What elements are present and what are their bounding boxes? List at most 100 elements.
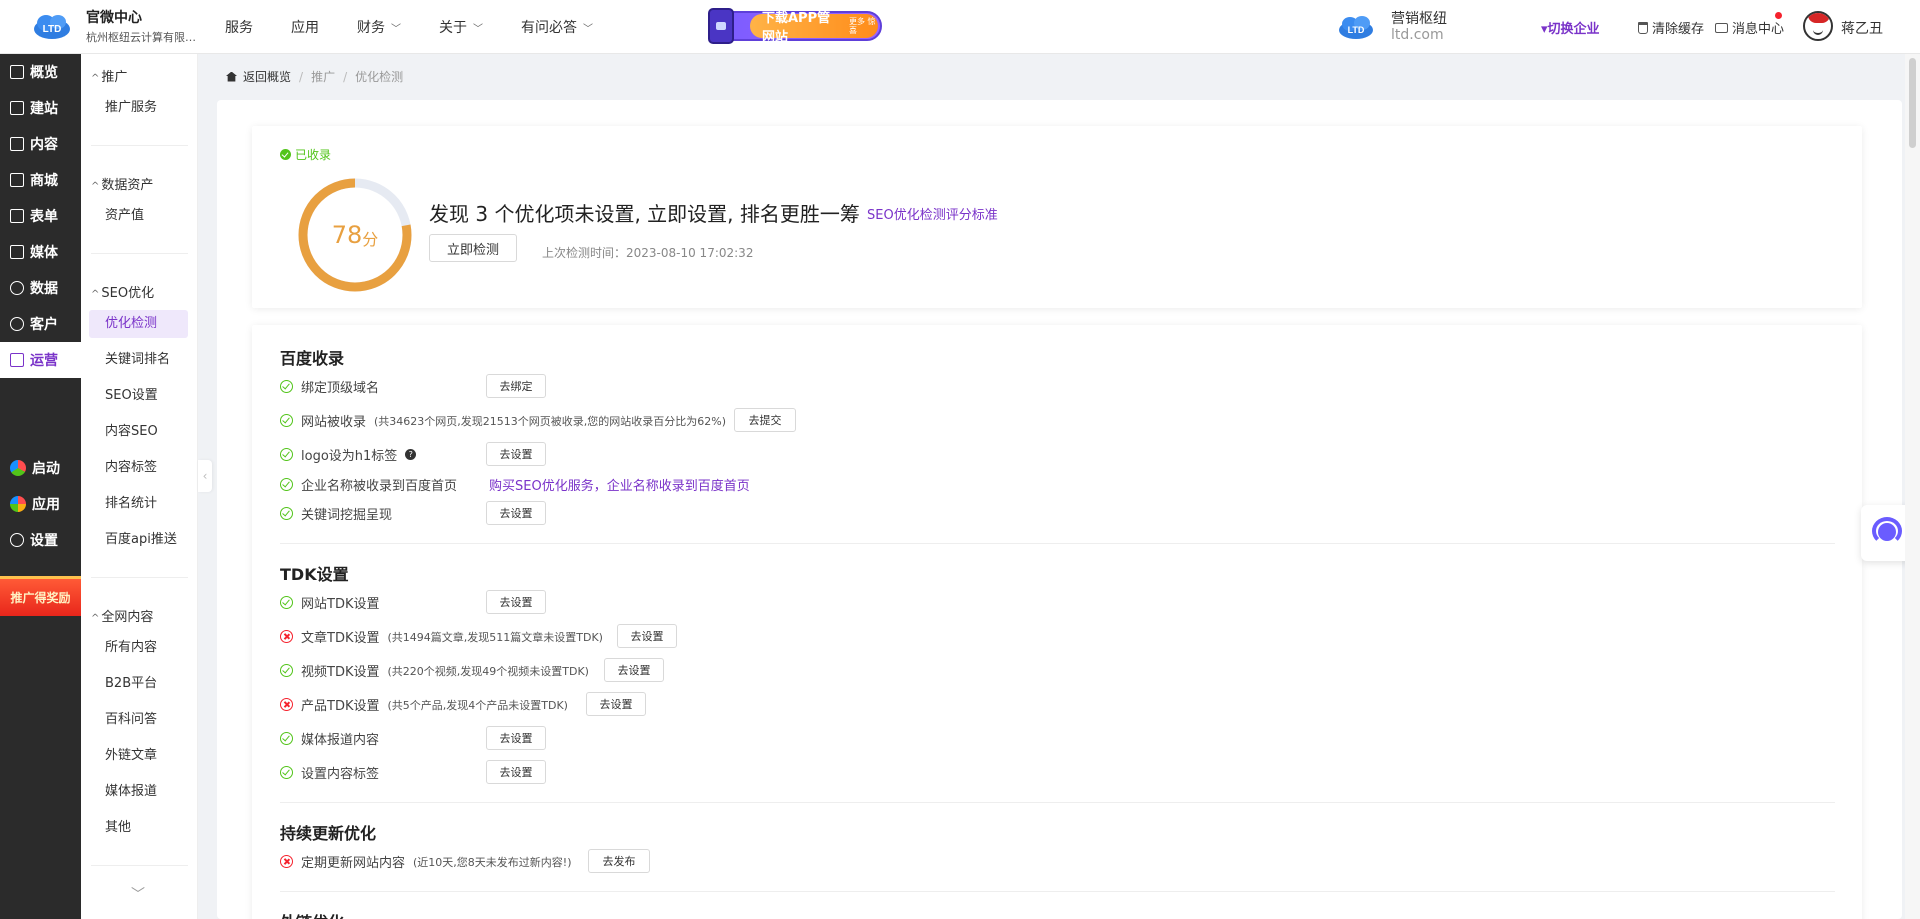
check-item-company-indexed: 企业名称被收录到百度首页 (280, 475, 457, 494)
check-item-product-tdk: 产品TDK设置 (共5个产品,发现4个产品未设置TDK) (280, 695, 568, 714)
sidebar-item-data[interactable]: 数据 (0, 270, 81, 306)
buy-seo-service-link[interactable]: 购买SEO优化服务，企业名称收录到百度首页 (489, 475, 750, 494)
user-name[interactable]: 蒋乙丑 (1841, 18, 1883, 38)
check-item-keyword-mining: 关键词挖掘呈现 (280, 504, 392, 523)
status-badge: 已收录 (280, 146, 331, 163)
sub-sidebar: ^ 推广 推广服务 ^ 数据资产 资产值 ^ SEO优化 优化检测 关键词排名 SEO… (81, 54, 198, 919)
sub-link-external-articles[interactable]: 外链文章 (89, 742, 188, 770)
sub-link-baike-qa[interactable]: 百科问答 (89, 706, 188, 734)
document-icon (10, 137, 24, 151)
sidebar-item-content[interactable]: 内容 (0, 126, 81, 162)
sub-link-other[interactable]: 其他 (89, 814, 188, 842)
sidebar-item-customer[interactable]: 客户 (0, 306, 81, 342)
chevron-up-icon: ^ (91, 181, 100, 192)
video-tdk-settings-button[interactable]: 去设置 (604, 658, 664, 682)
sidebar-item-settings[interactable]: 设置 (0, 522, 81, 558)
sidebar-item-apps[interactable]: 应用 (0, 486, 81, 522)
check-now-button[interactable]: 立即检测 (429, 234, 517, 262)
sub-link-content-tags[interactable]: 内容标签 (89, 454, 188, 482)
breadcrumb-home[interactable]: 返回概览 (243, 68, 291, 85)
nav-item-finance[interactable]: 财务 ﹀ (357, 17, 401, 37)
main-sidebar: 概览 建站 内容 商城 表单 媒体 数据 客户 运营 启动 应用 设置 推广得奖… (0, 54, 81, 919)
chevron-up-icon: ^ (91, 73, 100, 84)
sidebar-item-form[interactable]: 表单 (0, 198, 81, 234)
company-name: 营销枢纽 (1391, 11, 1447, 27)
logo-h1-settings-button[interactable]: 去设置 (486, 442, 546, 466)
sub-link-seo-check[interactable]: 优化检测 (89, 310, 188, 338)
breadcrumb: 返回概览 / 推广 / 优化检测 (226, 68, 403, 85)
sub-group-seo[interactable]: ^ SEO优化 (91, 282, 154, 301)
seo-standard-link[interactable]: SEO优化检测评分标准 (867, 204, 998, 223)
sub-link-rank-stats[interactable]: 排名统计 (89, 490, 188, 518)
section-title-tdk: TDK设置 (280, 565, 349, 584)
home-icon (226, 71, 237, 82)
phone-icon (708, 8, 734, 44)
sub-link-baidu-api[interactable]: 百度api推送 (89, 526, 188, 554)
sidebar-item-launch[interactable]: 启动 (0, 450, 81, 486)
nav-item-about[interactable]: 关于 ﹀ (439, 17, 483, 37)
pie-chart-icon (10, 281, 24, 295)
sub-link-asset-value[interactable]: 资产值 (89, 202, 188, 230)
media-report-settings-button[interactable]: 去设置 (486, 726, 546, 750)
message-center-button[interactable]: 消息中心 (1715, 18, 1784, 37)
video-icon (10, 245, 24, 259)
bind-domain-button[interactable]: 去绑定 (486, 374, 546, 398)
publish-content-button[interactable]: 去发布 (588, 849, 650, 873)
sidebar-item-operation[interactable]: 运营 (0, 342, 81, 378)
clear-cache-button[interactable]: 清除缓存 (1638, 18, 1704, 37)
sub-group-promotion[interactable]: ^ 推广 (91, 66, 127, 85)
sub-link-media-reports[interactable]: 媒体报道 (89, 778, 188, 806)
sub-link-b2b[interactable]: B2B平台 (89, 670, 188, 698)
help-icon[interactable]: ? (405, 449, 417, 460)
check-circle-icon (280, 664, 293, 677)
promo-badge[interactable]: 推广得奖励 (0, 576, 81, 616)
sidebar-item-site[interactable]: 建站 (0, 90, 81, 126)
summary-headline: 发现 3 个优化项未设置, 立即设置, 排名更胜一筹 (429, 202, 860, 226)
sidebar-item-overview[interactable]: 概览 (0, 54, 81, 90)
top-nav: 服务 应用 财务 ﹀ 关于 ﹀ 有问必答 ﹀ (225, 0, 631, 54)
check-circle-icon (280, 448, 293, 461)
brand-subtitle: 杭州枢纽云计算有限公... (86, 31, 206, 44)
sidebar-item-mall[interactable]: 商城 (0, 162, 81, 198)
sidebar-item-media[interactable]: 媒体 (0, 234, 81, 270)
user-icon (10, 317, 24, 331)
switch-enterprise-button[interactable]: ▾切换企业 (1541, 18, 1600, 37)
chevron-down-icon[interactable]: ﹀ (131, 884, 145, 904)
check-item-logo-h1: logo设为h1标签? (280, 445, 417, 464)
score-value: 78 分 (331, 221, 379, 249)
sub-group-data-assets[interactable]: ^ 数据资产 (91, 174, 153, 193)
gear-icon (10, 533, 24, 547)
sub-link-all-content[interactable]: 所有内容 (89, 634, 188, 662)
check-circle-icon (280, 732, 293, 745)
home-icon (10, 101, 24, 115)
cloud-logo-icon[interactable]: LTD (32, 12, 72, 40)
svg-text:LTD: LTD (1348, 25, 1365, 35)
sub-link-keyword-rank[interactable]: 关键词排名 (89, 346, 188, 374)
content-tags-settings-button[interactable]: 去设置 (486, 760, 546, 784)
sub-group-web-content[interactable]: ^ 全网内容 (91, 606, 153, 625)
keyword-mining-settings-button[interactable]: 去设置 (486, 501, 546, 525)
download-app-banner[interactable]: 下载APP管网站 更多 惊喜 (688, 8, 884, 45)
nav-item-faq[interactable]: 有问必答 ﹀ (521, 17, 593, 37)
collapse-sidebar-button[interactable]: ‹ (198, 460, 212, 492)
check-circle-icon (280, 478, 293, 491)
banner-small-text: 更多 惊喜 (849, 17, 876, 35)
sub-link-promo-service[interactable]: 推广服务 (89, 94, 188, 122)
nav-item-services[interactable]: 服务 (225, 17, 253, 37)
product-tdk-settings-button[interactable]: 去设置 (586, 692, 646, 716)
check-item-regular-update: 定期更新网站内容 (近10天,您8天未发布过新内容!) (280, 852, 572, 871)
check-item-bind-domain: 绑定顶级域名 (280, 377, 379, 396)
site-tdk-settings-button[interactable]: 去设置 (486, 590, 546, 614)
check-circle-icon (280, 507, 293, 520)
chevron-up-icon: ^ (91, 613, 100, 624)
sub-link-seo-settings[interactable]: SEO设置 (89, 382, 188, 410)
avatar[interactable] (1803, 11, 1833, 41)
sub-link-content-seo[interactable]: 内容SEO (89, 418, 188, 446)
page-scrollbar[interactable] (1905, 54, 1920, 919)
article-tdk-settings-button[interactable]: 去设置 (617, 624, 677, 648)
breadcrumb-item-promotion[interactable]: 推广 (311, 68, 335, 85)
chevron-down-icon: ﹀ (473, 23, 483, 35)
section-title-updates: 持续更新优化 (280, 824, 377, 843)
nav-item-apps[interactable]: 应用 (291, 17, 319, 37)
submit-index-button[interactable]: 去提交 (734, 408, 796, 432)
